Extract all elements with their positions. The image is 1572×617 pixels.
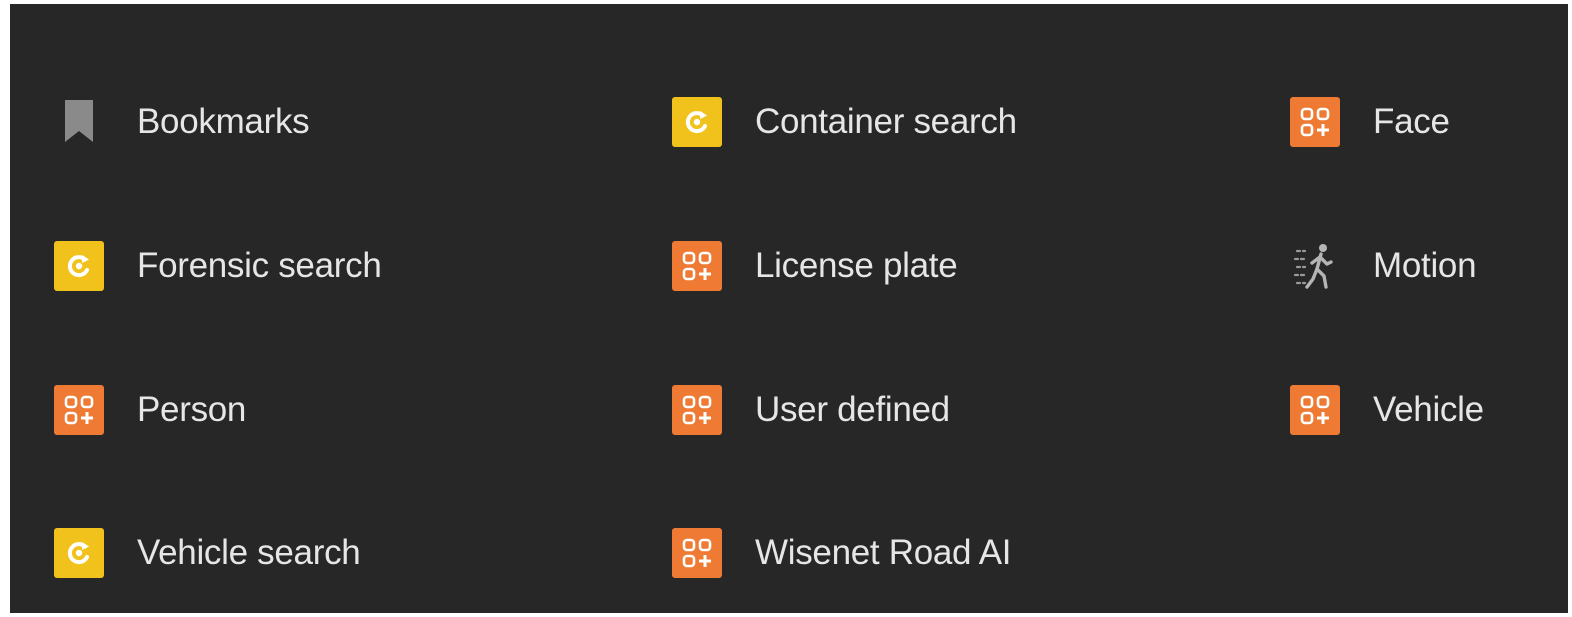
- search-type-bookmarks[interactable]: Bookmarks: [54, 92, 310, 152]
- ai-object-icon: [672, 241, 722, 291]
- motion-icon: [1290, 241, 1340, 291]
- search-plugin-icon: [672, 97, 722, 147]
- search-type-label: Wisenet Road AI: [755, 533, 1012, 572]
- search-type-vehicle[interactable]: Vehicle: [1290, 380, 1484, 440]
- search-type-label: Forensic search: [137, 246, 382, 285]
- bookmark-icon: [54, 97, 104, 147]
- search-plugin-icon: [54, 528, 104, 578]
- search-type-vehicle-search[interactable]: Vehicle search: [54, 523, 361, 583]
- search-type-label: Vehicle: [1373, 390, 1484, 429]
- search-type-label: Face: [1373, 102, 1450, 141]
- search-type-grid: Bookmarks Container search Face Forensic…: [10, 4, 1568, 613]
- search-plugin-icon: [54, 241, 104, 291]
- search-type-label: Vehicle search: [137, 533, 361, 572]
- search-type-label: License plate: [755, 246, 958, 285]
- search-type-person[interactable]: Person: [54, 380, 246, 440]
- search-type-forensic-search[interactable]: Forensic search: [54, 236, 382, 296]
- search-type-face[interactable]: Face: [1290, 92, 1450, 152]
- ai-object-icon: [672, 528, 722, 578]
- ai-object-icon: [1290, 97, 1340, 147]
- ai-object-icon: [1290, 385, 1340, 435]
- search-type-label: User defined: [755, 390, 950, 429]
- search-type-user-defined[interactable]: User defined: [672, 380, 950, 440]
- search-type-label: Person: [137, 390, 247, 429]
- ai-object-icon: [672, 385, 722, 435]
- search-type-panel: Bookmarks Container search Face Forensic…: [10, 4, 1568, 613]
- ai-object-icon: [54, 385, 104, 435]
- search-type-label: Motion: [1373, 246, 1477, 285]
- search-type-motion[interactable]: Motion: [1290, 236, 1477, 296]
- search-type-wisenet-road-ai[interactable]: Wisenet Road AI: [672, 523, 1012, 583]
- search-type-license-plate[interactable]: License plate: [672, 236, 958, 296]
- search-type-label: Container search: [755, 102, 1017, 141]
- search-type-label: Bookmarks: [137, 102, 310, 141]
- search-type-container-search[interactable]: Container search: [672, 92, 1017, 152]
